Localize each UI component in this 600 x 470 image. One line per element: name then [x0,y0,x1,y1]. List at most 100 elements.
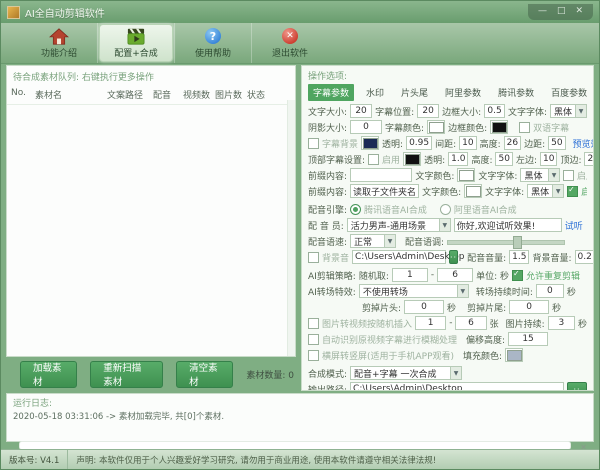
toolbar-help-button[interactable]: ? 使用帮助 [177,25,249,61]
tab-baidu-params[interactable]: 百度参数 [546,84,592,101]
col-voice: 配音 [153,88,183,101]
maximize-button[interactable]: □ [557,7,566,16]
top-height-input[interactable]: 50 [495,152,512,166]
transition-value: 不使用转场 [360,285,457,298]
queue-scrollbar[interactable] [287,100,295,356]
synthesis-mode-select[interactable]: 配音+字幕 一次合成 [350,366,462,380]
subtitle-bg-color-select[interactable] [361,136,379,150]
prefix2-input[interactable]: 读取子文件夹名 [350,184,419,198]
prefix-font-select[interactable]: 黑体 [520,168,560,182]
top-alpha-input[interactable]: 1.0 [448,152,468,166]
cut-head-input[interactable]: 0 [404,300,444,314]
top-subtitle-color-select[interactable] [403,152,421,166]
random-min-input[interactable]: 1 [392,268,428,282]
shadow-size-input[interactable]: 0 [350,120,382,134]
toolbar-config-button[interactable]: 配置+合成 [99,24,173,62]
tab-watermark[interactable]: 水印 [361,84,389,101]
font-size-label: 文字大小: [308,105,347,118]
bilingual-subtitle-checkbox[interactable] [519,122,530,133]
image-duration-input[interactable]: 3 [548,316,575,330]
voice-volume-input[interactable]: 1.5 [509,250,529,264]
clapperboard-icon [126,27,146,45]
audition-text-input[interactable]: 你好,欢迎试听效果! [454,218,562,232]
bgm-checkbox[interactable] [308,252,319,263]
voice-tone-slider[interactable] [447,235,565,247]
random-max-input[interactable]: 6 [437,268,473,282]
voice-actor-select[interactable]: 活力男声-通用场景 [347,218,451,232]
image-max-input[interactable]: 6 [455,316,486,330]
queue-list-empty[interactable] [7,105,295,356]
voice-speed-value: 正常 [351,235,384,248]
clear-material-button[interactable]: 清空素材 [176,361,233,388]
preview-effect-link[interactable]: 预览效果 [573,137,594,150]
home-icon [49,27,69,45]
rescan-material-button[interactable]: 重新扫描素材 [90,361,163,388]
bg-gap-input[interactable]: 10 [459,136,476,150]
prefix-color-select[interactable] [457,168,475,182]
voice-speed-select[interactable]: 正常 [350,234,396,248]
prefix2-enable-checkbox[interactable] [567,186,578,197]
row-mode: 合成模式: 配音+字幕 一次合成 [308,366,587,380]
load-material-button[interactable]: 加载素材 [20,361,77,388]
bgm-label: 背景音 [322,251,349,264]
top-subtitle-enable-checkbox[interactable] [368,154,379,165]
tab-intro-outro[interactable]: 片头尾 [396,84,433,101]
toolbar-intro-button[interactable]: 功能介绍 [23,25,95,61]
rotate-portrait-checkbox[interactable] [308,350,319,361]
chevron-down-icon [384,235,395,247]
prefix-enable-checkbox[interactable] [563,170,574,181]
engine-tencent-radio[interactable] [350,204,361,215]
transition-duration-input[interactable]: 0 [536,284,564,298]
black-swatch [405,154,420,165]
subtitle-color-select[interactable] [427,120,445,134]
version-label: 版本号: V4.1 [1,450,68,469]
font-size-input[interactable]: 20 [350,104,372,118]
prefix-input[interactable] [350,168,412,182]
top-margin-input[interactable]: 20 [584,152,594,166]
border-size-label: 边框大小: [442,105,481,118]
allow-repeat-checkbox[interactable] [512,270,523,281]
app-icon [7,6,20,19]
toolbar-exit-button[interactable]: ✕ 退出软件 [254,25,326,61]
prefix2-color-select[interactable] [464,184,482,198]
image-min-input[interactable]: 1 [415,316,446,330]
subtitle-bg-checkbox[interactable] [308,138,319,149]
prefix2-font-select[interactable]: 黑体 [527,184,564,198]
blur-subtitle-checkbox[interactable] [308,334,319,345]
border-size-input[interactable]: 0.5 [484,104,505,118]
image-insert-checkbox[interactable] [308,318,319,329]
engine-ali-radio[interactable] [440,204,451,215]
output-path-input[interactable]: C:\Users\Admin\Desktop [350,382,564,391]
subtitle-pos-input[interactable]: 20 [417,104,439,118]
tab-ali-params[interactable]: 阿里参数 [440,84,486,101]
tab-tencent-params[interactable]: 腾讯参数 [493,84,539,101]
tab-subtitle-params[interactable]: 字幕参数 [308,84,354,101]
bgm-path-input[interactable]: C:\Users\Admin\Desktop [352,250,446,264]
bg-height-input[interactable]: 26 [504,136,521,150]
bg-alpha-input[interactable]: 0.95 [406,136,432,150]
audition-link[interactable]: 试听 [565,219,583,232]
bg-margin-input[interactable]: 50 [548,136,565,150]
seconds-label: 秒 [567,285,576,298]
bgm-browse-button[interactable] [449,250,458,264]
cut-tail-input[interactable]: 0 [509,300,549,314]
slider-thumb[interactable] [513,236,522,249]
row-prefix-1: 前缀内容: 文字颜色: 文字字体: 黑体 启用 [308,168,587,182]
top-left-input[interactable]: 10 [540,152,557,166]
seconds-label: 秒 [552,301,561,314]
transition-select[interactable]: 不使用转场 [359,284,469,298]
allow-repeat-label: 允许重复剪辑 [526,269,580,282]
bgm-volume-input[interactable]: 0.2 [575,250,594,264]
output-browse-button[interactable] [567,382,587,391]
offset-height-input[interactable]: 15 [508,332,548,346]
fill-color-select[interactable] [505,348,523,362]
border-color-select[interactable] [490,120,508,134]
cut-tail-label: 剪掉片尾: [467,301,506,314]
prefix2-enable-label: 启用 [581,185,587,198]
voice-actor-value: 活力男声-通用场景 [348,219,439,232]
bilingual-subtitle-label: 双语字幕 [533,121,569,134]
minimize-button[interactable]: — [538,7,547,16]
close-button[interactable]: ✕ [575,7,583,16]
shadow-size-label: 阴影大小: [308,121,347,134]
font-family-select[interactable]: 黑体 [550,104,587,118]
